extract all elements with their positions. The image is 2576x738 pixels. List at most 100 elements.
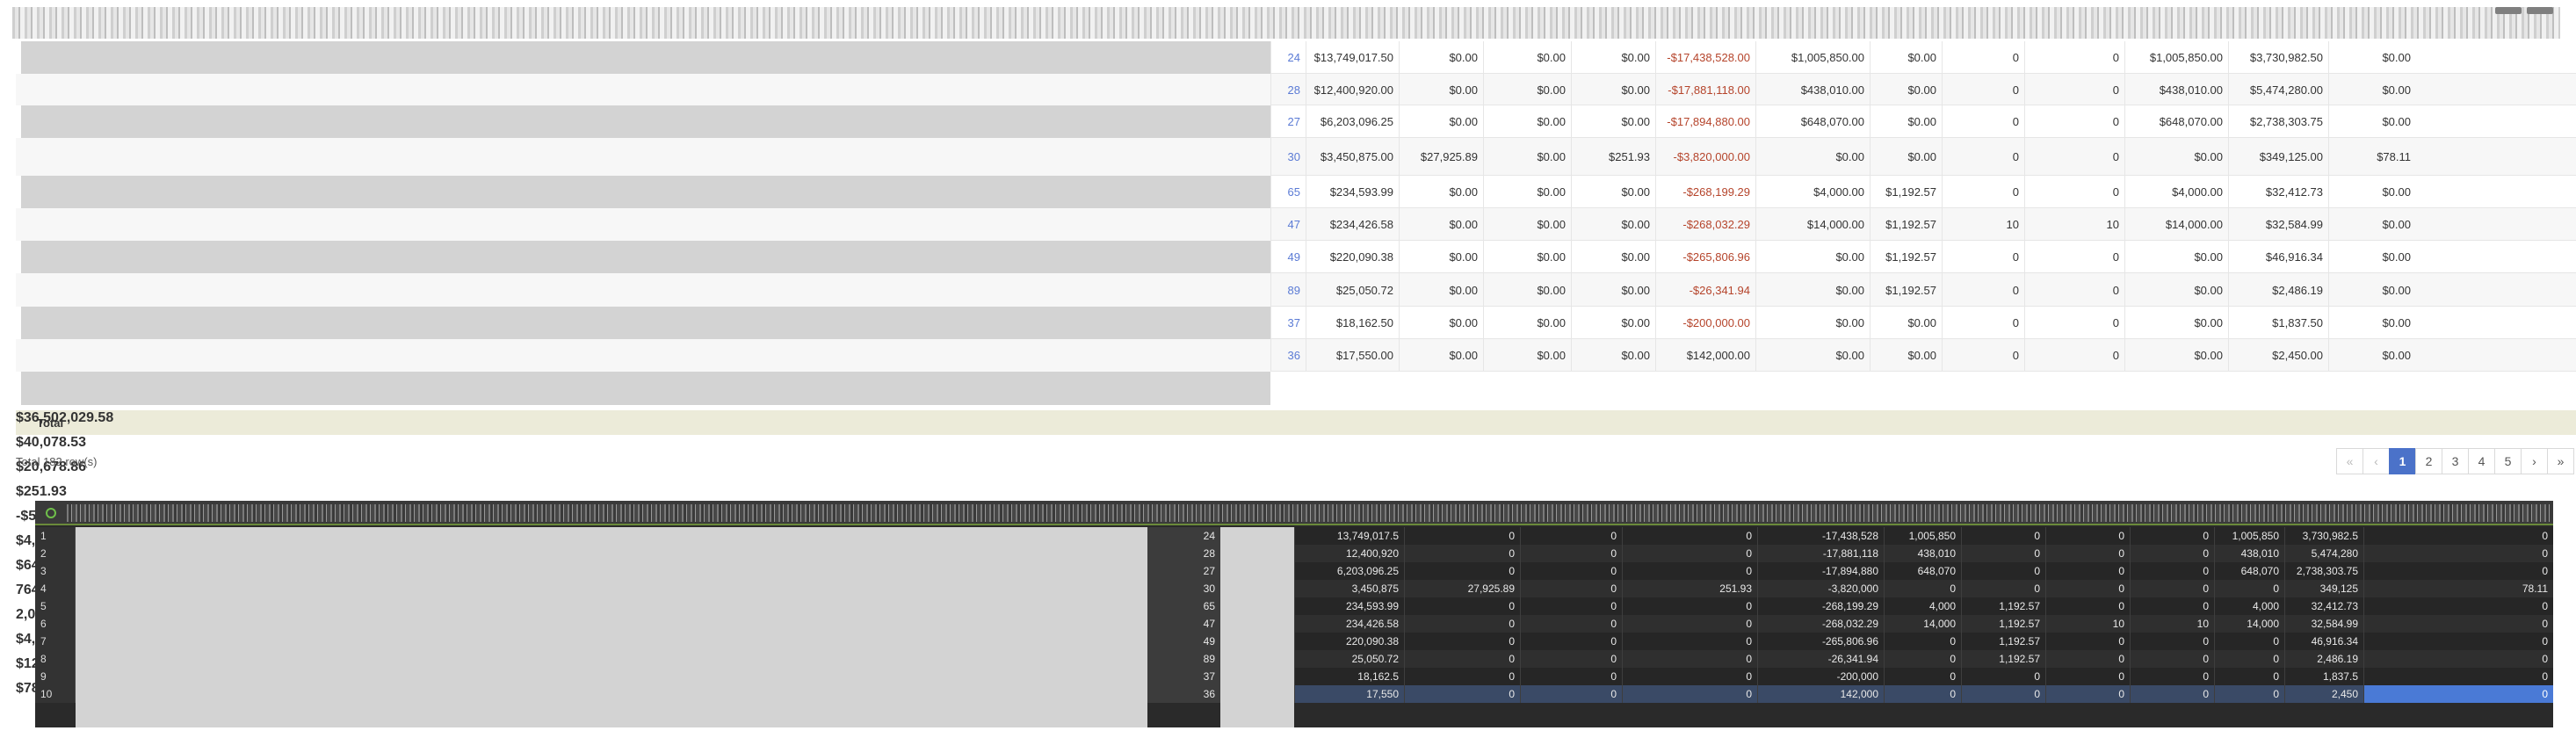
- grid-cell[interactable]: 32,412.73: [2284, 597, 2363, 615]
- grid-cell[interactable]: 0: [1404, 545, 1520, 562]
- row-number[interactable]: 7: [35, 633, 76, 650]
- row-id-link[interactable]: 37: [1270, 307, 1306, 339]
- grid-cell[interactable]: 0: [1404, 668, 1520, 685]
- grid-cell[interactable]: 0: [1884, 633, 1961, 650]
- row-id-link[interactable]: 36: [1270, 339, 1306, 372]
- grid-cell[interactable]: 0: [1520, 597, 1622, 615]
- grid-cell[interactable]: 0: [1961, 580, 2045, 597]
- grid-cell[interactable]: 0: [1404, 615, 1520, 633]
- grid-cell[interactable]: 0: [1884, 650, 1961, 668]
- row-id-link[interactable]: 49: [1270, 241, 1306, 273]
- grid-cell[interactable]: 0: [1622, 685, 1757, 703]
- grid-cell[interactable]: 0: [1961, 545, 2045, 562]
- grid-cell[interactable]: 0: [1622, 527, 1757, 545]
- grid-cell[interactable]: 0: [2045, 527, 2130, 545]
- grid-cell[interactable]: 0: [1404, 562, 1520, 580]
- grid-cell[interactable]: 3,730,982.5: [2284, 527, 2363, 545]
- grid-cell[interactable]: 0: [1961, 668, 2045, 685]
- grid-cell[interactable]: 0: [1404, 633, 1520, 650]
- grid-cell[interactable]: 0: [2045, 545, 2130, 562]
- grid-cell[interactable]: 0: [1884, 668, 1961, 685]
- grid-cell[interactable]: 0: [2130, 650, 2214, 668]
- grid-cell[interactable]: 0: [1404, 527, 1520, 545]
- grid-corner[interactable]: [35, 501, 67, 525]
- grid-cell[interactable]: 0: [1884, 580, 1961, 597]
- grid-cell[interactable]: 0: [1622, 650, 1757, 668]
- page-1-button[interactable]: 1: [2389, 448, 2416, 474]
- grid-cell[interactable]: 0: [1520, 527, 1622, 545]
- toolbar-icon[interactable]: [2527, 7, 2553, 14]
- row-id-link[interactable]: 47: [1270, 208, 1306, 241]
- row-id-link[interactable]: 27: [1270, 105, 1306, 138]
- grid-cell[interactable]: 46,916.34: [2284, 633, 2363, 650]
- row-id-link[interactable]: 28: [1270, 74, 1306, 105]
- grid-cell[interactable]: -17,881,118: [1757, 545, 1884, 562]
- grid-cell[interactable]: 0: [2363, 527, 2553, 545]
- grid-cell[interactable]: 0: [2045, 580, 2130, 597]
- grid-cell[interactable]: -268,032.29: [1757, 615, 1884, 633]
- grid-cell[interactable]: 14,000: [1884, 615, 1961, 633]
- grid-cell[interactable]: 0: [2363, 633, 2553, 650]
- grid-cell[interactable]: 3,450,875: [1294, 580, 1404, 597]
- grid-cell[interactable]: 0: [1520, 580, 1622, 597]
- grid-cell[interactable]: 0: [2130, 685, 2214, 703]
- grid-cell[interactable]: 234,593.99: [1294, 597, 1404, 615]
- next-page-button[interactable]: ›: [2521, 448, 2548, 474]
- row-id-link[interactable]: 65: [1270, 176, 1306, 208]
- grid-cell[interactable]: 0: [2130, 668, 2214, 685]
- grid-cell[interactable]: 0: [1622, 597, 1757, 615]
- last-page-button[interactable]: »: [2547, 448, 2574, 474]
- grid-cell[interactable]: 0: [2045, 668, 2130, 685]
- row-number[interactable]: 9: [35, 668, 76, 685]
- row-number[interactable]: 10: [35, 685, 76, 703]
- grid-cell[interactable]: 4,000: [2214, 597, 2284, 615]
- grid-cell[interactable]: 78.11: [2363, 580, 2553, 597]
- grid-cell[interactable]: 5,474,280: [2284, 545, 2363, 562]
- grid-cell[interactable]: 0: [1622, 615, 1757, 633]
- row-number[interactable]: 3: [35, 562, 76, 580]
- grid-cell[interactable]: 0: [2045, 562, 2130, 580]
- grid-cell[interactable]: 17,550: [1294, 685, 1404, 703]
- row-number[interactable]: 6: [35, 615, 76, 633]
- grid-cell[interactable]: 0: [2363, 562, 2553, 580]
- page-4-button[interactable]: 4: [2468, 448, 2495, 474]
- grid-cell[interactable]: 0: [2363, 615, 2553, 633]
- first-page-button[interactable]: «: [2336, 448, 2363, 474]
- grid-cell[interactable]: 0: [2214, 580, 2284, 597]
- grid-cell[interactable]: 2,450: [2284, 685, 2363, 703]
- grid-cell[interactable]: 1,005,850: [2214, 527, 2284, 545]
- grid-cell[interactable]: 0: [2130, 597, 2214, 615]
- grid-cell[interactable]: 0: [2363, 597, 2553, 615]
- row-number[interactable]: 4: [35, 580, 76, 597]
- grid-cell[interactable]: 1,192.57: [1961, 597, 2045, 615]
- page-5-button[interactable]: 5: [2494, 448, 2522, 474]
- grid-cell[interactable]: 25,050.72: [1294, 650, 1404, 668]
- row-id-link[interactable]: 24: [1270, 41, 1306, 74]
- grid-cell[interactable]: 438,010: [2214, 545, 2284, 562]
- results-grid[interactable]: 1 24 13,749,017.5 0 0 0 -17,438,528 1,005,850 0 0…: [35, 501, 2553, 727]
- grid-cell[interactable]: 1,837.5: [2284, 668, 2363, 685]
- grid-cell[interactable]: 0: [2130, 633, 2214, 650]
- grid-cell[interactable]: 1,192.57: [1961, 650, 2045, 668]
- grid-cell[interactable]: 0: [1404, 597, 1520, 615]
- row-id-link[interactable]: 30: [1270, 138, 1306, 176]
- grid-cell[interactable]: 648,070: [2214, 562, 2284, 580]
- grid-cell[interactable]: 4,000: [1884, 597, 1961, 615]
- row-id-link[interactable]: 89: [1270, 273, 1306, 307]
- row-number[interactable]: 5: [35, 597, 76, 615]
- grid-cell[interactable]: 14,000: [2214, 615, 2284, 633]
- grid-cell[interactable]: -268,199.29: [1757, 597, 1884, 615]
- grid-cell[interactable]: 0: [1961, 527, 2045, 545]
- grid-cell[interactable]: 0: [2214, 633, 2284, 650]
- grid-cell[interactable]: 18,162.5: [1294, 668, 1404, 685]
- grid-cell[interactable]: 0: [1404, 650, 1520, 668]
- grid-cell[interactable]: 27,925.89: [1404, 580, 1520, 597]
- grid-cell[interactable]: 0: [2130, 562, 2214, 580]
- grid-cell[interactable]: 32,584.99: [2284, 615, 2363, 633]
- grid-cell[interactable]: 0: [2045, 633, 2130, 650]
- grid-cell[interactable]: 234,426.58: [1294, 615, 1404, 633]
- grid-cell[interactable]: 251.93: [1622, 580, 1757, 597]
- row-number[interactable]: 1: [35, 527, 76, 545]
- grid-cell[interactable]: 1,192.57: [1961, 633, 2045, 650]
- grid-cell[interactable]: -200,000: [1757, 668, 1884, 685]
